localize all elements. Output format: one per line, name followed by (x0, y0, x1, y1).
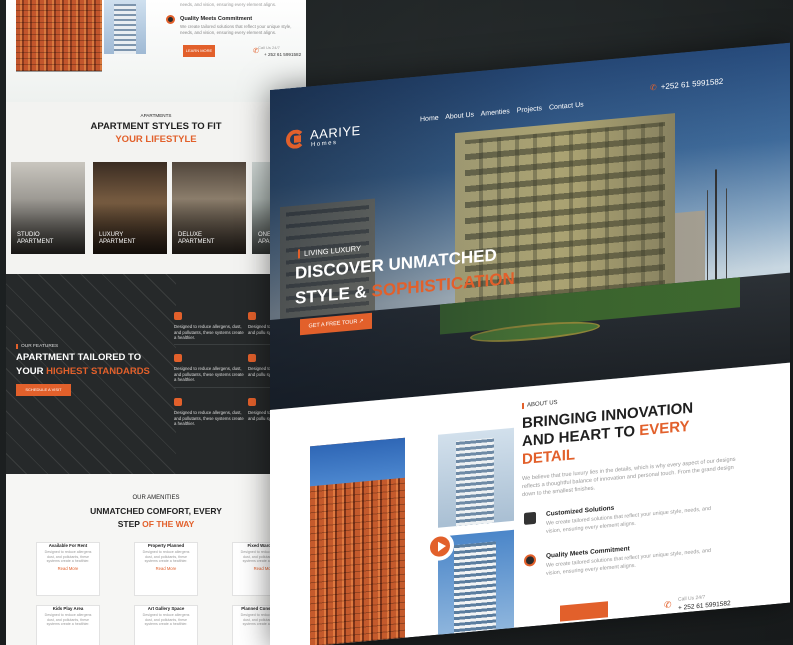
apartments-section: APARTMENTS APARTMENT STYLES TO FIT YOUR … (6, 102, 306, 274)
read-more-link[interactable]: Read More (37, 566, 99, 571)
apartment-card-studio[interactable]: STUDIO APARTMENT (11, 162, 85, 254)
card-label: APARTMENT (99, 239, 136, 245)
section-title-accent: YOUR LIFESTYLE (115, 134, 197, 145)
feature-item: Designed to reduce allergens, dust, and … (174, 354, 244, 383)
learn-more-button[interactable] (560, 601, 608, 622)
section-eyebrow: OUR AMENITIES (132, 495, 180, 501)
customized-solutions-icon (524, 511, 536, 525)
feature-text: Designed to reduce allergens, dust, and … (174, 324, 244, 340)
feature-icon (248, 398, 256, 406)
section-title: UNMATCHED COMFORT, EVERY (90, 506, 222, 516)
schedule-visit-button[interactable]: SCHEDULE A VISIT (16, 384, 71, 396)
amenity-card[interactable]: Property Planned Designed to reduce aller… (134, 542, 198, 596)
amenity-title: Kids Play Area (52, 606, 84, 611)
right-page-mockup: AARIYE Homes Home About Us Amenties Proj… (270, 42, 790, 645)
feature-icon (174, 354, 182, 362)
amenity-title: Property Planned (147, 543, 185, 548)
section-title-line2: STEP OF THE WAY (117, 519, 195, 529)
section-title: APARTMENT STYLES TO FIT (90, 121, 222, 132)
amenity-desc: Designed to reduce allergens dust, and p… (44, 613, 92, 626)
section-title-line2: YOUR HIGHEST STANDARDS (16, 366, 150, 377)
features-section: OUR FEATURES APARTMENT TAILORED TO YOUR … (6, 274, 306, 474)
about-eyebrow: ABOUT US (522, 399, 558, 410)
apartment-card-luxury[interactable]: LUXURY APARTMENT (93, 162, 167, 254)
about-photo-orange-tower (310, 437, 405, 645)
quality-icon (166, 15, 175, 24)
amenity-title: Available For Rent (48, 543, 88, 548)
about-photo-white-tower (438, 427, 514, 528)
card-label: DELUXE (178, 232, 203, 238)
about-title-line3: DETAIL (522, 446, 576, 469)
quality-icon (524, 553, 536, 567)
feature-item: Designed to reduce allergens, dust, and … (174, 398, 244, 427)
amenity-desc: Designed to reduce allergens dust, and p… (142, 550, 190, 563)
amenities-section: OUR AMENITIES UNMATCHED COMFORT, EVERY S… (6, 474, 306, 645)
hero-section: AARIYE Homes Home About Us Amenties Proj… (270, 42, 790, 410)
apartment-card-deluxe[interactable]: DELUXE APARTMENT (172, 162, 246, 254)
feature-item: Designed to reduce allergens, dust, and … (174, 312, 244, 341)
call-label: Call Us 24/7 (258, 45, 280, 50)
phone-icon: ✆ (650, 82, 657, 93)
logo-mark-dot (294, 135, 301, 143)
amenity-desc: Designed to reduce allergens dust, and p… (44, 550, 92, 563)
feature-text: Designed to reduce allergens, dust, and … (174, 366, 244, 382)
learn-more-button[interactable]: LEARN MORE (183, 45, 215, 57)
amenity-card[interactable]: Available For Rent Designed to reduce all… (36, 542, 299, 596)
feature-desc: We create tailored solutions that reflec… (180, 24, 292, 35)
phone-number[interactable]: + 252 61 5991582 (264, 52, 301, 57)
tower-photo-orange (16, 0, 102, 72)
feature-icon (248, 354, 256, 362)
hero-overlay (270, 42, 790, 410)
left-page-mockup: needs, and vision, ensuring every elemen… (6, 0, 306, 645)
amenity-desc: Designed to reduce allergens dust, and p… (142, 613, 190, 626)
amenity-card[interactable]: Art Gallery Space Designed to reduce alle… (134, 605, 198, 645)
call-label: Call Us 24/7 (678, 594, 706, 603)
section-title: APARTMENT TAILORED TO (16, 352, 142, 363)
card-label: APARTMENT (178, 239, 215, 245)
about-section: ABOUT US BRINGING INNOVATION AND HEART T… (270, 362, 790, 645)
phone-icon: ✆ (664, 599, 672, 611)
card-label: LUXURY (99, 232, 124, 238)
amenity-title: Art Gallery Space (147, 606, 185, 611)
feature-title: Quality Meets Commitment (180, 16, 253, 22)
feature-text: Designed to reduce allergens, dust, and … (174, 410, 244, 426)
section-eyebrow: APARTMENTS (140, 113, 172, 118)
top-section: needs, and vision, ensuring every elemen… (6, 0, 306, 102)
card-label: APARTMENT (17, 239, 54, 245)
feature-icon (248, 312, 256, 320)
feature-icon (174, 312, 182, 320)
cut-text: needs, and vision, ensuring every elemen… (180, 2, 277, 7)
tower-photo-blue (104, 0, 146, 54)
read-more-link[interactable]: Read More (135, 566, 197, 571)
feature-icon (174, 398, 182, 406)
section-eyebrow: OUR FEATURES (16, 344, 58, 349)
card-label: STUDIO (17, 232, 40, 238)
amenity-card[interactable]: Kids Play Area Designed to reduce allerge… (36, 605, 299, 645)
